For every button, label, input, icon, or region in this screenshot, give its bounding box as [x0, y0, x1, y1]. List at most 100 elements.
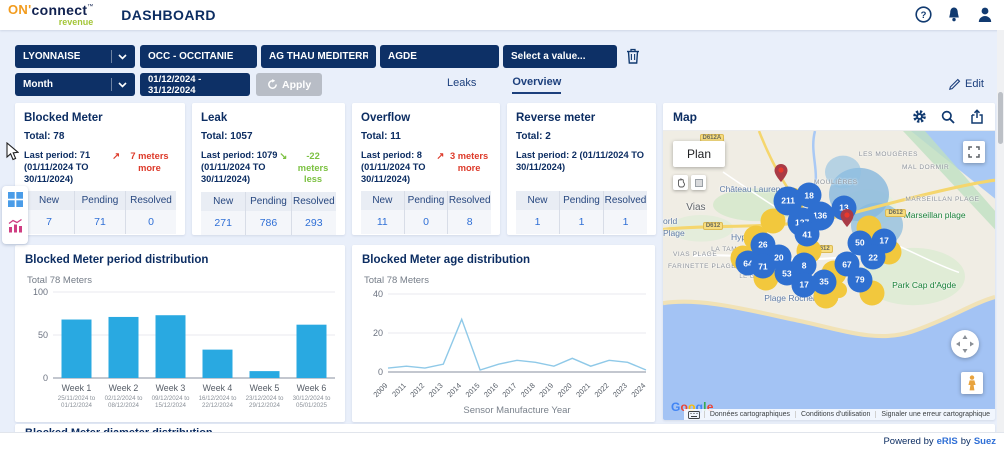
chevron-down-icon [118, 82, 127, 88]
svg-text:100: 100 [33, 287, 48, 297]
card-last-period: Last period: 8 (01/11/2024 TO 30/11/2024… [361, 149, 436, 185]
col-header: New [361, 191, 404, 210]
col-header: Resolved [291, 192, 336, 211]
analytics-chart-icon[interactable] [8, 218, 23, 238]
status-table: New Pending Resolved 7 71 0 [24, 191, 176, 234]
page-scrollbar[interactable] [997, 30, 1004, 432]
cluster-marker[interactable]: 71 [750, 254, 775, 279]
search-icon[interactable] [940, 109, 956, 125]
fullscreen-icon[interactable] [963, 141, 985, 163]
trash-icon[interactable] [626, 48, 644, 66]
pan-hand-icon[interactable] [673, 175, 688, 190]
svg-text:2017: 2017 [500, 381, 518, 399]
svg-text:22/12/2024: 22/12/2024 [202, 402, 234, 409]
select-box-icon[interactable] [691, 175, 706, 190]
export-icon[interactable] [969, 109, 985, 125]
svg-text:2021: 2021 [574, 381, 592, 399]
svg-text:2019: 2019 [537, 381, 555, 399]
card-last-period: Last period: 1079 (01/11/2024 TO 30/11/2… [201, 149, 279, 186]
cluster-marker[interactable]: 41 [795, 222, 820, 247]
svg-text:Week 4: Week 4 [203, 383, 233, 393]
svg-text:15/12/2024: 15/12/2024 [155, 402, 187, 409]
cell-value: 8 [447, 210, 491, 234]
chart-subtitle: Total 78 Meters [27, 275, 341, 286]
map-canvas[interactable]: 2111813136127412620647153817355017226779… [663, 131, 995, 420]
footer-text: by [961, 436, 971, 447]
cell-value: 11 [361, 210, 404, 234]
cluster-marker[interactable]: 22 [861, 245, 886, 270]
cell-value: 1 [559, 210, 603, 234]
svg-text:2023: 2023 [611, 381, 629, 399]
svg-text:2009: 2009 [371, 381, 389, 399]
cluster-marker[interactable]: 79 [847, 267, 872, 292]
card-total: Total: 1057 [201, 131, 336, 142]
cell-value: 293 [291, 211, 336, 235]
apply-button[interactable]: Apply [256, 73, 322, 96]
filter-select-value[interactable]: Select a value... [503, 45, 617, 68]
filter-select-city[interactable]: AGDE [380, 45, 499, 68]
tab-overview[interactable]: Overview [512, 76, 561, 94]
tab-leaks[interactable]: Leaks [447, 77, 476, 93]
col-header: Resolved [603, 191, 647, 210]
bell-icon[interactable] [945, 5, 963, 23]
attribution-link[interactable]: Conditions d'utilisation [795, 411, 875, 418]
refresh-icon [267, 79, 278, 90]
trend-text: 7 meters more [123, 151, 176, 174]
pan-control-icon[interactable] [951, 330, 979, 358]
keyboard-icon[interactable] [684, 411, 704, 419]
attribution-link[interactable]: Signaler une erreur cartographique [875, 411, 995, 418]
status-table: New Pending Resolved 271 786 293 [201, 192, 336, 235]
map-label: MARSEILLAN PLAGE [905, 196, 979, 203]
svg-text:2016: 2016 [482, 381, 500, 399]
svg-text:Week 2: Week 2 [109, 383, 139, 393]
date-range-field[interactable]: 01/12/2024 - 31/12/2024 [140, 73, 250, 96]
chart-title: Blocked Meter age distribution [362, 254, 651, 266]
map-pin-icon[interactable] [840, 209, 853, 232]
filter-select-company[interactable]: LYONNAISE [15, 45, 135, 68]
edit-button[interactable]: Edit [949, 78, 984, 90]
help-icon[interactable]: ? [914, 5, 932, 23]
svg-text:2013: 2013 [427, 381, 445, 399]
svg-text:01/12/2024: 01/12/2024 [61, 402, 93, 409]
svg-text:Week 1: Week 1 [62, 383, 92, 393]
trend-up-icon: ↗ [436, 151, 444, 163]
user-icon[interactable] [976, 5, 994, 23]
svg-text:50: 50 [38, 330, 48, 340]
card-last-period: Last period: 71 (01/11/2024 TO 30/11/202… [24, 149, 112, 185]
gear-icon[interactable] [911, 109, 927, 125]
col-header: Resolved [125, 191, 176, 210]
filter-select-period[interactable]: Month [15, 73, 135, 96]
footer-suez-link[interactable]: Suez [974, 436, 996, 447]
logo-on: ON' [8, 3, 32, 16]
card-total: Total: 2 [516, 131, 647, 142]
page-footer: Powered by eRIS by Suez [0, 432, 1004, 449]
map-pin-icon[interactable] [774, 164, 787, 187]
footer-eris-link[interactable]: eRIS [937, 436, 958, 447]
col-header: New [201, 192, 245, 211]
svg-text:Week 6: Week 6 [297, 383, 327, 393]
svg-text:Week 3: Week 3 [156, 383, 186, 393]
svg-text:0: 0 [43, 373, 48, 383]
status-table: New Pending Resolved 1 1 1 [516, 191, 647, 234]
map-panel: Map [663, 103, 995, 420]
scrollbar-thumb[interactable] [998, 92, 1003, 144]
map-label: Park Cap d'Agde [892, 280, 956, 290]
map-label: orld [663, 216, 677, 226]
map-type-button[interactable]: Plan [673, 141, 725, 167]
svg-text:2020: 2020 [556, 381, 574, 399]
cluster-marker[interactable]: 35 [812, 269, 837, 294]
pencil-icon [949, 78, 961, 90]
chart-title: Blocked Meter period distribution [25, 254, 341, 266]
cell-value: 7 [24, 210, 74, 234]
filter-select-agency[interactable]: AG THAU MÉDITERRANÉE [261, 45, 376, 68]
svg-text:Week 5: Week 5 [250, 383, 280, 393]
filter-select-region[interactable]: OCC - OCCITANIE [140, 45, 257, 68]
pegman-icon[interactable] [961, 372, 983, 394]
attribution-link[interactable]: Données cartographiques [704, 411, 795, 418]
cell-value: 71 [74, 210, 125, 234]
svg-text:30/12/2024 to: 30/12/2024 to [293, 395, 331, 402]
col-header: Pending [74, 191, 125, 210]
dashboard-grid-icon[interactable] [8, 192, 23, 212]
filter-value: OCC - OCCITANIE [148, 51, 233, 62]
svg-text:2011: 2011 [390, 381, 408, 399]
